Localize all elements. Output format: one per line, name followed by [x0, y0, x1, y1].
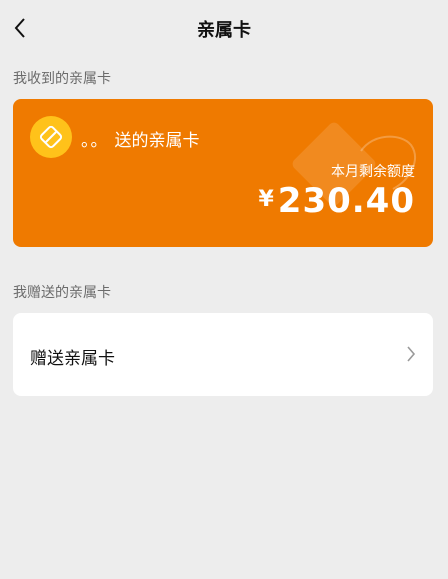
gift-family-card-label: 赠送亲属卡: [30, 349, 115, 369]
card-sender: 。。 送的亲属卡: [81, 126, 200, 151]
received-section-label: 我收到的亲属卡: [13, 71, 111, 87]
page-title: 亲属卡: [197, 20, 251, 41]
remaining-amount: ¥230.40: [258, 181, 415, 221]
currency-symbol: ¥: [258, 187, 274, 212]
amount-value: 230.40: [277, 181, 415, 221]
nav-bar: 亲属卡: [0, 0, 448, 56]
sender-suffix: 送的亲属卡: [114, 131, 200, 151]
gift-family-card-item[interactable]: 赠送亲属卡: [13, 313, 433, 396]
sender-name: 。。: [81, 131, 109, 151]
received-family-card[interactable]: 。。 送的亲属卡 本月剩余额度 ¥230.40: [13, 99, 433, 247]
quota-label: 本月剩余额度: [331, 164, 415, 180]
sent-section-label: 我赠送的亲属卡: [13, 285, 111, 301]
chevron-right-icon: [407, 346, 416, 362]
card-logo-icon: [30, 116, 72, 158]
